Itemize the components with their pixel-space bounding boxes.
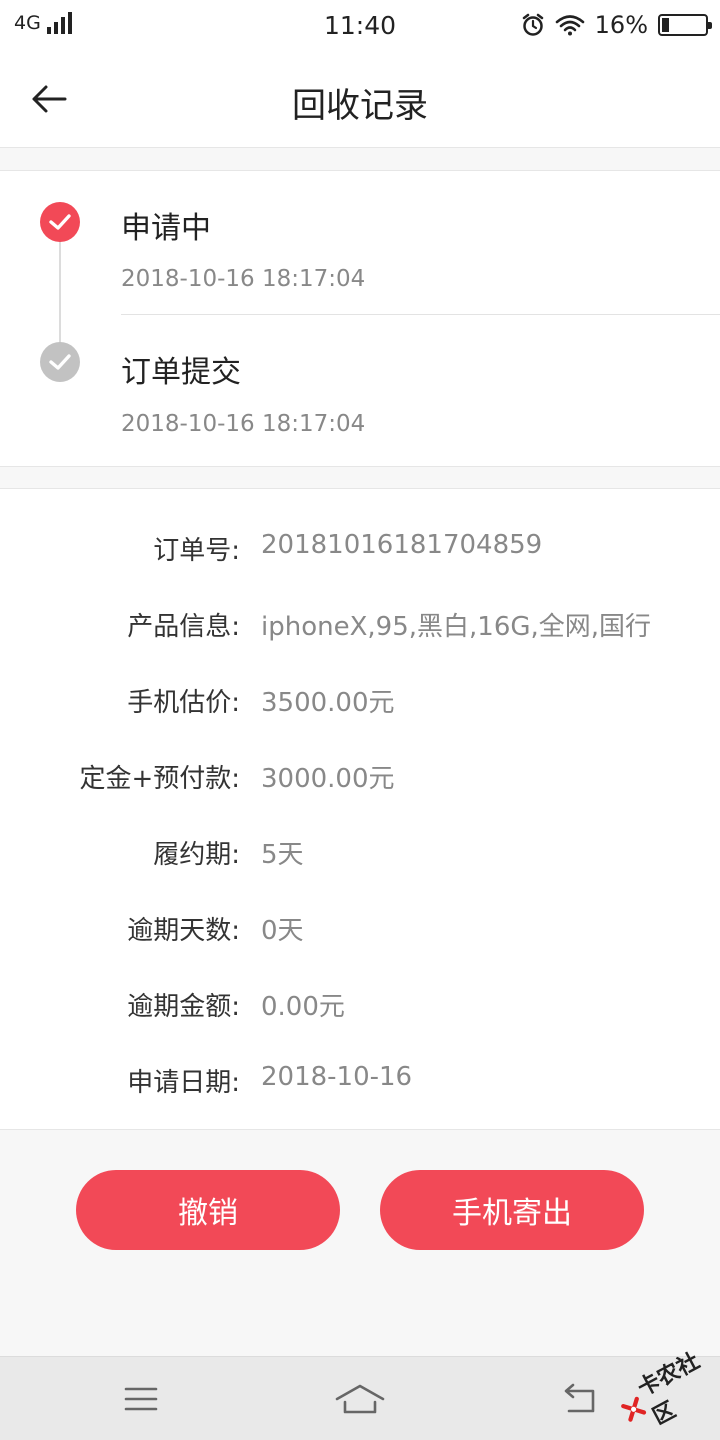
cancel-button[interactable]: 撤销 — [76, 1170, 340, 1250]
detail-label: 产品信息: — [127, 612, 240, 642]
timeline-step-title: 订单提交 — [121, 355, 241, 390]
detail-row-product-info: 产品信息: iphoneX,95,黑白,16G,全网,国行 — [0, 606, 720, 646]
check-icon — [49, 214, 71, 230]
home-icon — [335, 1384, 385, 1414]
detail-label: 逾期金额: — [127, 992, 240, 1022]
return-icon — [564, 1383, 595, 1413]
detail-value: 0.00元 — [261, 992, 345, 1022]
system-nav-bar — [0, 1356, 720, 1440]
app-header: 回收记录 — [0, 50, 720, 148]
detail-row-overdue-amount: 逾期金额: 0.00元 — [0, 986, 720, 1026]
detail-row-order-number: 订单号: 20181016181704859 — [0, 530, 720, 570]
timeline-step-time: 2018-10-16 18:17:04 — [121, 411, 366, 437]
detail-value: 0天 — [261, 916, 304, 946]
timeline-dot-active — [40, 202, 80, 242]
detail-label: 定金+预付款: — [79, 764, 240, 794]
menu-icon — [124, 1387, 158, 1411]
check-icon — [49, 354, 71, 370]
detail-value: iphoneX,95,黑白,16G,全网,国行 — [261, 612, 652, 642]
detail-label: 手机估价: — [127, 688, 240, 718]
detail-label: 申请日期: — [127, 1068, 240, 1098]
detail-value: 20181016181704859 — [261, 530, 543, 560]
detail-row-valuation: 手机估价: 3500.00元 — [0, 682, 720, 722]
timeline-dot-done — [40, 342, 80, 382]
detail-label: 逾期天数: — [127, 916, 240, 946]
detail-row-deposit: 定金+预付款: 3000.00元 — [0, 758, 720, 798]
detail-value: 3500.00元 — [261, 688, 395, 718]
detail-row-term: 履约期: 5天 — [0, 834, 720, 874]
detail-label: 履约期: — [153, 840, 240, 870]
battery-percent: 16% — [594, 11, 648, 39]
status-right: 16% — [521, 11, 712, 39]
battery-fill — [662, 18, 669, 32]
ship-phone-button[interactable]: 手机寄出 — [380, 1170, 644, 1250]
detail-value: 2018-10-16 — [261, 1062, 413, 1092]
detail-value: 3000.00元 — [261, 764, 395, 794]
page-title: 回收记录 — [292, 86, 428, 126]
detail-label: 订单号: — [153, 536, 240, 566]
alarm-icon — [522, 13, 543, 36]
battery-icon — [658, 14, 712, 36]
nav-home-button[interactable] — [335, 1377, 385, 1421]
wifi-icon — [555, 15, 584, 36]
order-details — [0, 488, 720, 1130]
detail-value: 5天 — [261, 840, 304, 870]
timeline-divider — [121, 314, 720, 315]
nav-back-button[interactable] — [554, 1377, 604, 1421]
timeline-step-title: 申请中 — [121, 211, 211, 246]
nav-menu-button[interactable] — [116, 1377, 166, 1421]
status-bar: 4G 11:40 16% — [0, 0, 720, 50]
detail-row-overdue-days: 逾期天数: 0天 — [0, 910, 720, 950]
timeline-step-time: 2018-10-16 18:17:04 — [121, 266, 366, 292]
detail-row-apply-date: 申请日期: 2018-10-16 — [0, 1062, 720, 1102]
